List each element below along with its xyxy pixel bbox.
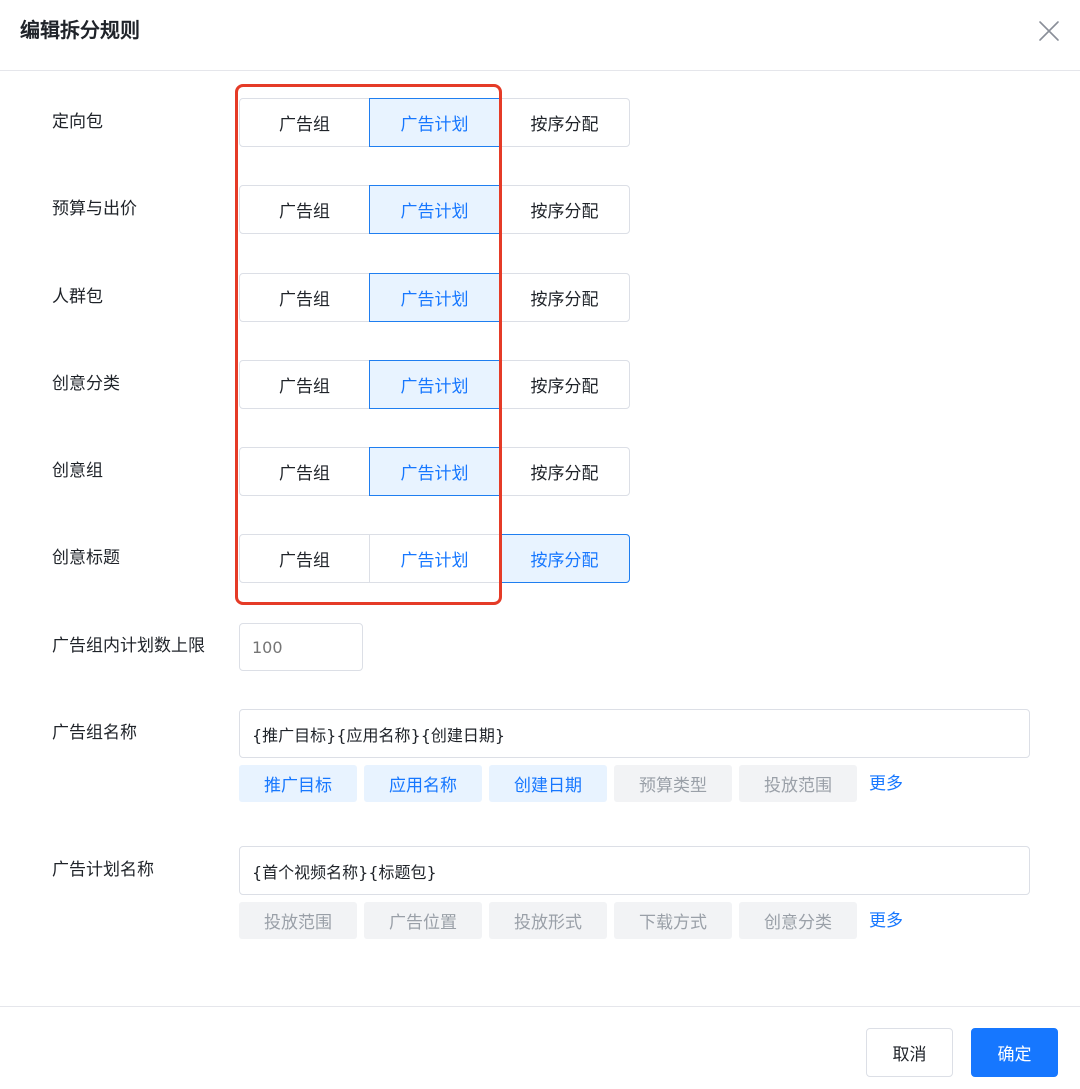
dialog-header: 编辑拆分规则 bbox=[0, 0, 1080, 71]
rule-label-creative-group: 创意组 bbox=[52, 461, 103, 481]
rule-label-audience: 人群包 bbox=[52, 287, 103, 307]
option-ad-group[interactable]: 广告组 bbox=[239, 98, 370, 147]
option-sequential[interactable]: 按序分配 bbox=[499, 447, 630, 496]
tag-delivery-form[interactable]: 投放形式 bbox=[489, 902, 607, 939]
rule-label-creative-title: 创意标题 bbox=[52, 548, 120, 568]
option-sequential[interactable]: 按序分配 bbox=[499, 273, 630, 322]
plan-limit-label: 广告组内计划数上限 bbox=[52, 636, 205, 656]
option-ad-plan[interactable]: 广告计划 bbox=[369, 273, 500, 322]
tag-promotion-goal[interactable]: 推广目标 bbox=[239, 765, 357, 802]
tag-download-method[interactable]: 下载方式 bbox=[614, 902, 732, 939]
plan-name-tags: 投放范围 广告位置 投放形式 下载方式 创意分类 更多 bbox=[239, 902, 903, 939]
plan-limit-input[interactable] bbox=[239, 623, 363, 671]
rule-segment-budget-bid: 广告组 广告计划 按序分配 bbox=[239, 185, 630, 234]
rule-label-targeting: 定向包 bbox=[52, 112, 103, 132]
tag-budget-type[interactable]: 预算类型 bbox=[614, 765, 732, 802]
more-link[interactable]: 更多 bbox=[869, 769, 903, 794]
close-icon[interactable] bbox=[1036, 18, 1062, 44]
option-ad-group[interactable]: 广告组 bbox=[239, 273, 370, 322]
highlight-annotation-box bbox=[235, 84, 502, 605]
group-name-tags: 推广目标 应用名称 创建日期 预算类型 投放范围 更多 bbox=[239, 765, 903, 802]
option-ad-plan[interactable]: 广告计划 bbox=[369, 534, 500, 583]
dialog-title: 编辑拆分规则 bbox=[20, 18, 140, 42]
option-sequential[interactable]: 按序分配 bbox=[499, 360, 630, 409]
option-ad-plan[interactable]: 广告计划 bbox=[369, 447, 500, 496]
option-ad-group[interactable]: 广告组 bbox=[239, 360, 370, 409]
tag-create-date[interactable]: 创建日期 bbox=[489, 765, 607, 802]
rule-segment-creative-category: 广告组 广告计划 按序分配 bbox=[239, 360, 630, 409]
option-ad-plan[interactable]: 广告计划 bbox=[369, 185, 500, 234]
rule-label-budget-bid: 预算与出价 bbox=[52, 199, 137, 219]
option-sequential[interactable]: 按序分配 bbox=[499, 534, 630, 583]
confirm-button[interactable]: 确定 bbox=[971, 1028, 1058, 1077]
rule-label-creative-category: 创意分类 bbox=[52, 374, 120, 394]
tag-app-name[interactable]: 应用名称 bbox=[364, 765, 482, 802]
tag-delivery-range[interactable]: 投放范围 bbox=[739, 765, 857, 802]
option-sequential[interactable]: 按序分配 bbox=[499, 185, 630, 234]
plan-name-input[interactable] bbox=[239, 846, 1030, 895]
rule-segment-creative-group: 广告组 广告计划 按序分配 bbox=[239, 447, 630, 496]
tag-creative-category[interactable]: 创意分类 bbox=[739, 902, 857, 939]
group-name-label: 广告组名称 bbox=[52, 723, 137, 743]
tag-delivery-range[interactable]: 投放范围 bbox=[239, 902, 357, 939]
plan-name-label: 广告计划名称 bbox=[52, 860, 154, 880]
option-ad-plan[interactable]: 广告计划 bbox=[369, 98, 500, 147]
option-ad-group[interactable]: 广告组 bbox=[239, 534, 370, 583]
rule-segment-creative-title: 广告组 广告计划 按序分配 bbox=[239, 534, 630, 583]
option-ad-group[interactable]: 广告组 bbox=[239, 447, 370, 496]
group-name-input[interactable] bbox=[239, 709, 1030, 758]
cancel-button[interactable]: 取消 bbox=[866, 1028, 953, 1077]
more-link[interactable]: 更多 bbox=[869, 906, 903, 931]
option-sequential[interactable]: 按序分配 bbox=[499, 98, 630, 147]
tag-ad-position[interactable]: 广告位置 bbox=[364, 902, 482, 939]
rule-segment-audience: 广告组 广告计划 按序分配 bbox=[239, 273, 630, 322]
option-ad-group[interactable]: 广告组 bbox=[239, 185, 370, 234]
option-ad-plan[interactable]: 广告计划 bbox=[369, 360, 500, 409]
rule-segment-targeting: 广告组 广告计划 按序分配 bbox=[239, 98, 630, 147]
